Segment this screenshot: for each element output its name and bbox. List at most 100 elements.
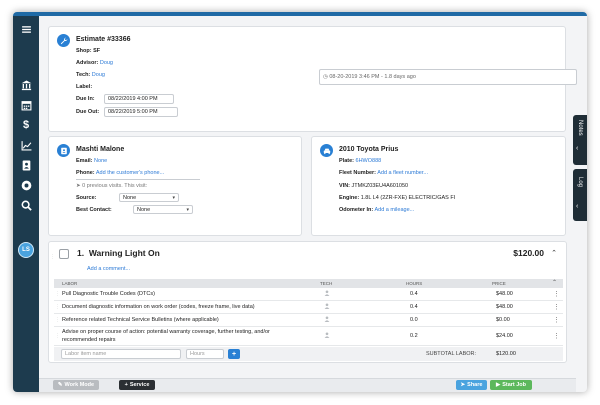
- history-text: 08-20-2019 3:46 PM - 1.8 days ago: [329, 74, 416, 80]
- drag-handle-icon[interactable]: ⋮: [50, 254, 55, 260]
- table-row[interactable]: ⋮ Reference related Technical Service Bu…: [54, 314, 563, 327]
- table-row[interactable]: ⋮ Pull Diagnostic Trouble Codes (DTCs) 0…: [54, 288, 563, 301]
- bank-icon[interactable]: [18, 78, 34, 92]
- column-labor: LABOR: [62, 281, 78, 286]
- visits-text: 0 previous visits. This visit:: [82, 183, 148, 189]
- app-window: $ LS Estimate #33366 Shop: SF Advisor: D…: [13, 12, 587, 392]
- service-checkbox[interactable]: [59, 249, 69, 259]
- odometer-row: Odometer In: Add a mileage...: [339, 207, 414, 213]
- clock-icon: ◷: [323, 74, 328, 80]
- dollar-icon[interactable]: $: [18, 118, 34, 132]
- labor-price[interactable]: $0.00: [496, 317, 510, 323]
- tech-link[interactable]: Doug: [92, 72, 105, 78]
- labor-description: Advise on proper course of action: poten…: [62, 329, 270, 335]
- car-icon: [320, 144, 333, 157]
- tech-user-icon[interactable]: [324, 332, 330, 340]
- phone-row: Phone: Add the customer's phone...: [76, 170, 164, 176]
- plate-row: Plate: 6HWO888: [339, 158, 381, 164]
- plate-link[interactable]: 6HWO888: [356, 158, 382, 164]
- shop-row: Shop: SF: [76, 48, 100, 54]
- tech-user-icon[interactable]: [324, 303, 330, 311]
- contact-card-icon: [57, 144, 70, 157]
- service-price: $120.00: [513, 248, 544, 258]
- work-mode-label: Work Mode: [64, 382, 95, 388]
- table-row[interactable]: ⋮ Advise on proper course of action: pot…: [54, 327, 563, 346]
- email-link[interactable]: None: [94, 158, 107, 164]
- phone-label: Phone:: [76, 170, 95, 176]
- due-in-row: Due In:: [76, 96, 95, 102]
- add-service-button[interactable]: + Service: [119, 380, 155, 390]
- email-row: Email: None: [76, 158, 107, 164]
- customer-card: Mashti Malone Email: None Phone: Add the…: [48, 136, 302, 236]
- more-icon[interactable]: ⋮: [553, 316, 560, 324]
- labor-hours[interactable]: 0.0: [410, 317, 418, 323]
- share-button[interactable]: ➤ Share: [456, 380, 487, 390]
- drag-handle-icon[interactable]: ⋮: [55, 317, 60, 323]
- service-title-text: Warning Light On: [88, 248, 160, 258]
- notes-tab[interactable]: ‹ Notes: [573, 115, 587, 165]
- chevron-down-icon: ▾: [172, 195, 175, 201]
- add-labor-button[interactable]: +: [228, 349, 240, 359]
- engine-value: 1.8L L4 (2ZR-FXE) ELECTRIC/GAS FI: [360, 195, 456, 201]
- table-row[interactable]: ⋮ Document diagnostic information on wor…: [54, 301, 563, 314]
- log-tab[interactable]: ‹ Log: [573, 169, 587, 221]
- due-in-input[interactable]: 08/22/2019 4:00 PM: [104, 94, 174, 104]
- work-mode-button[interactable]: ✎ Work Mode: [53, 380, 99, 390]
- chevron-left-icon: ‹: [576, 203, 579, 210]
- due-out-input[interactable]: 08/22/2019 5:00 PM: [104, 107, 178, 117]
- label-label: Label:: [76, 84, 93, 90]
- user-avatar[interactable]: LS: [18, 242, 34, 258]
- estimate-title: Estimate #33366: [76, 36, 131, 43]
- advisor-row: Advisor: Doug: [76, 60, 113, 66]
- due-out-label: Due Out:: [76, 109, 100, 115]
- divider: [76, 179, 200, 180]
- advisor-link[interactable]: Doug: [100, 60, 113, 66]
- more-icon[interactable]: ⋮: [553, 290, 560, 298]
- best-contact-select[interactable]: None ▾: [133, 205, 193, 214]
- labor-price[interactable]: $48.00: [496, 291, 513, 297]
- chevron-up-icon[interactable]: ⌃: [552, 279, 557, 286]
- add-fleet-link[interactable]: Add a fleet number...: [377, 170, 428, 176]
- label-row: Label:: [76, 84, 92, 90]
- fleet-row: Fleet Number: Add a fleet number...: [339, 170, 428, 176]
- chevron-down-icon: ▾: [186, 207, 189, 213]
- pencil-icon: ✎: [57, 382, 63, 388]
- chart-icon[interactable]: [18, 138, 34, 152]
- drag-handle-icon[interactable]: ⋮: [55, 291, 60, 297]
- chevron-up-icon[interactable]: ⌃: [551, 249, 557, 257]
- tech-user-icon[interactable]: [324, 290, 330, 298]
- add-phone-link[interactable]: Add the customer's phone...: [96, 170, 164, 176]
- source-select[interactable]: None ▾: [119, 193, 179, 202]
- more-icon[interactable]: ⋮: [553, 332, 560, 340]
- drag-handle-icon[interactable]: ⋮: [55, 333, 60, 339]
- contacts-icon[interactable]: [18, 158, 34, 172]
- add-mileage-link[interactable]: Add a mileage...: [374, 207, 414, 213]
- add-comment-link[interactable]: Add a comment...: [87, 266, 130, 272]
- start-job-button[interactable]: ▶ Start Job: [490, 380, 532, 390]
- tech-user-icon[interactable]: [324, 316, 330, 324]
- estimate-card: Estimate #33366 Shop: SF Advisor: Doug T…: [48, 26, 577, 132]
- tech-label: Tech:: [76, 72, 91, 78]
- hours-input[interactable]: Hours: [186, 349, 224, 359]
- labor-item-input[interactable]: Labor item name: [61, 349, 181, 359]
- search-icon[interactable]: [18, 198, 34, 212]
- calendar-icon[interactable]: [18, 98, 34, 112]
- vehicle-name: 2010 Toyota Prius: [339, 146, 399, 153]
- advisor-label: Advisor:: [76, 60, 99, 66]
- column-hours: HOURS: [406, 281, 423, 286]
- more-icon[interactable]: ⋮: [553, 303, 560, 311]
- add-labor-row: Labor item name Hours + SUBTOTAL LABOR: …: [54, 347, 563, 361]
- history-box: ◷ 08-20-2019 3:46 PM - 1.8 days ago: [319, 69, 577, 85]
- labor-hours[interactable]: 0.4: [410, 291, 418, 297]
- labor-hours[interactable]: 0.2: [410, 333, 418, 339]
- drag-handle-icon[interactable]: ⋮: [55, 304, 60, 310]
- menu-icon[interactable]: [18, 22, 34, 36]
- labor-price[interactable]: $48.00: [496, 304, 513, 310]
- source-row: Source:: [76, 195, 96, 201]
- visits-row: ➤ 0 previous visits. This visit:: [76, 183, 147, 189]
- best-contact-label: Best Contact:: [76, 207, 112, 213]
- play-icon: ▶: [495, 382, 501, 388]
- labor-price[interactable]: $24.00: [496, 333, 513, 339]
- tire-icon[interactable]: [18, 178, 34, 192]
- labor-hours[interactable]: 0.4: [410, 304, 418, 310]
